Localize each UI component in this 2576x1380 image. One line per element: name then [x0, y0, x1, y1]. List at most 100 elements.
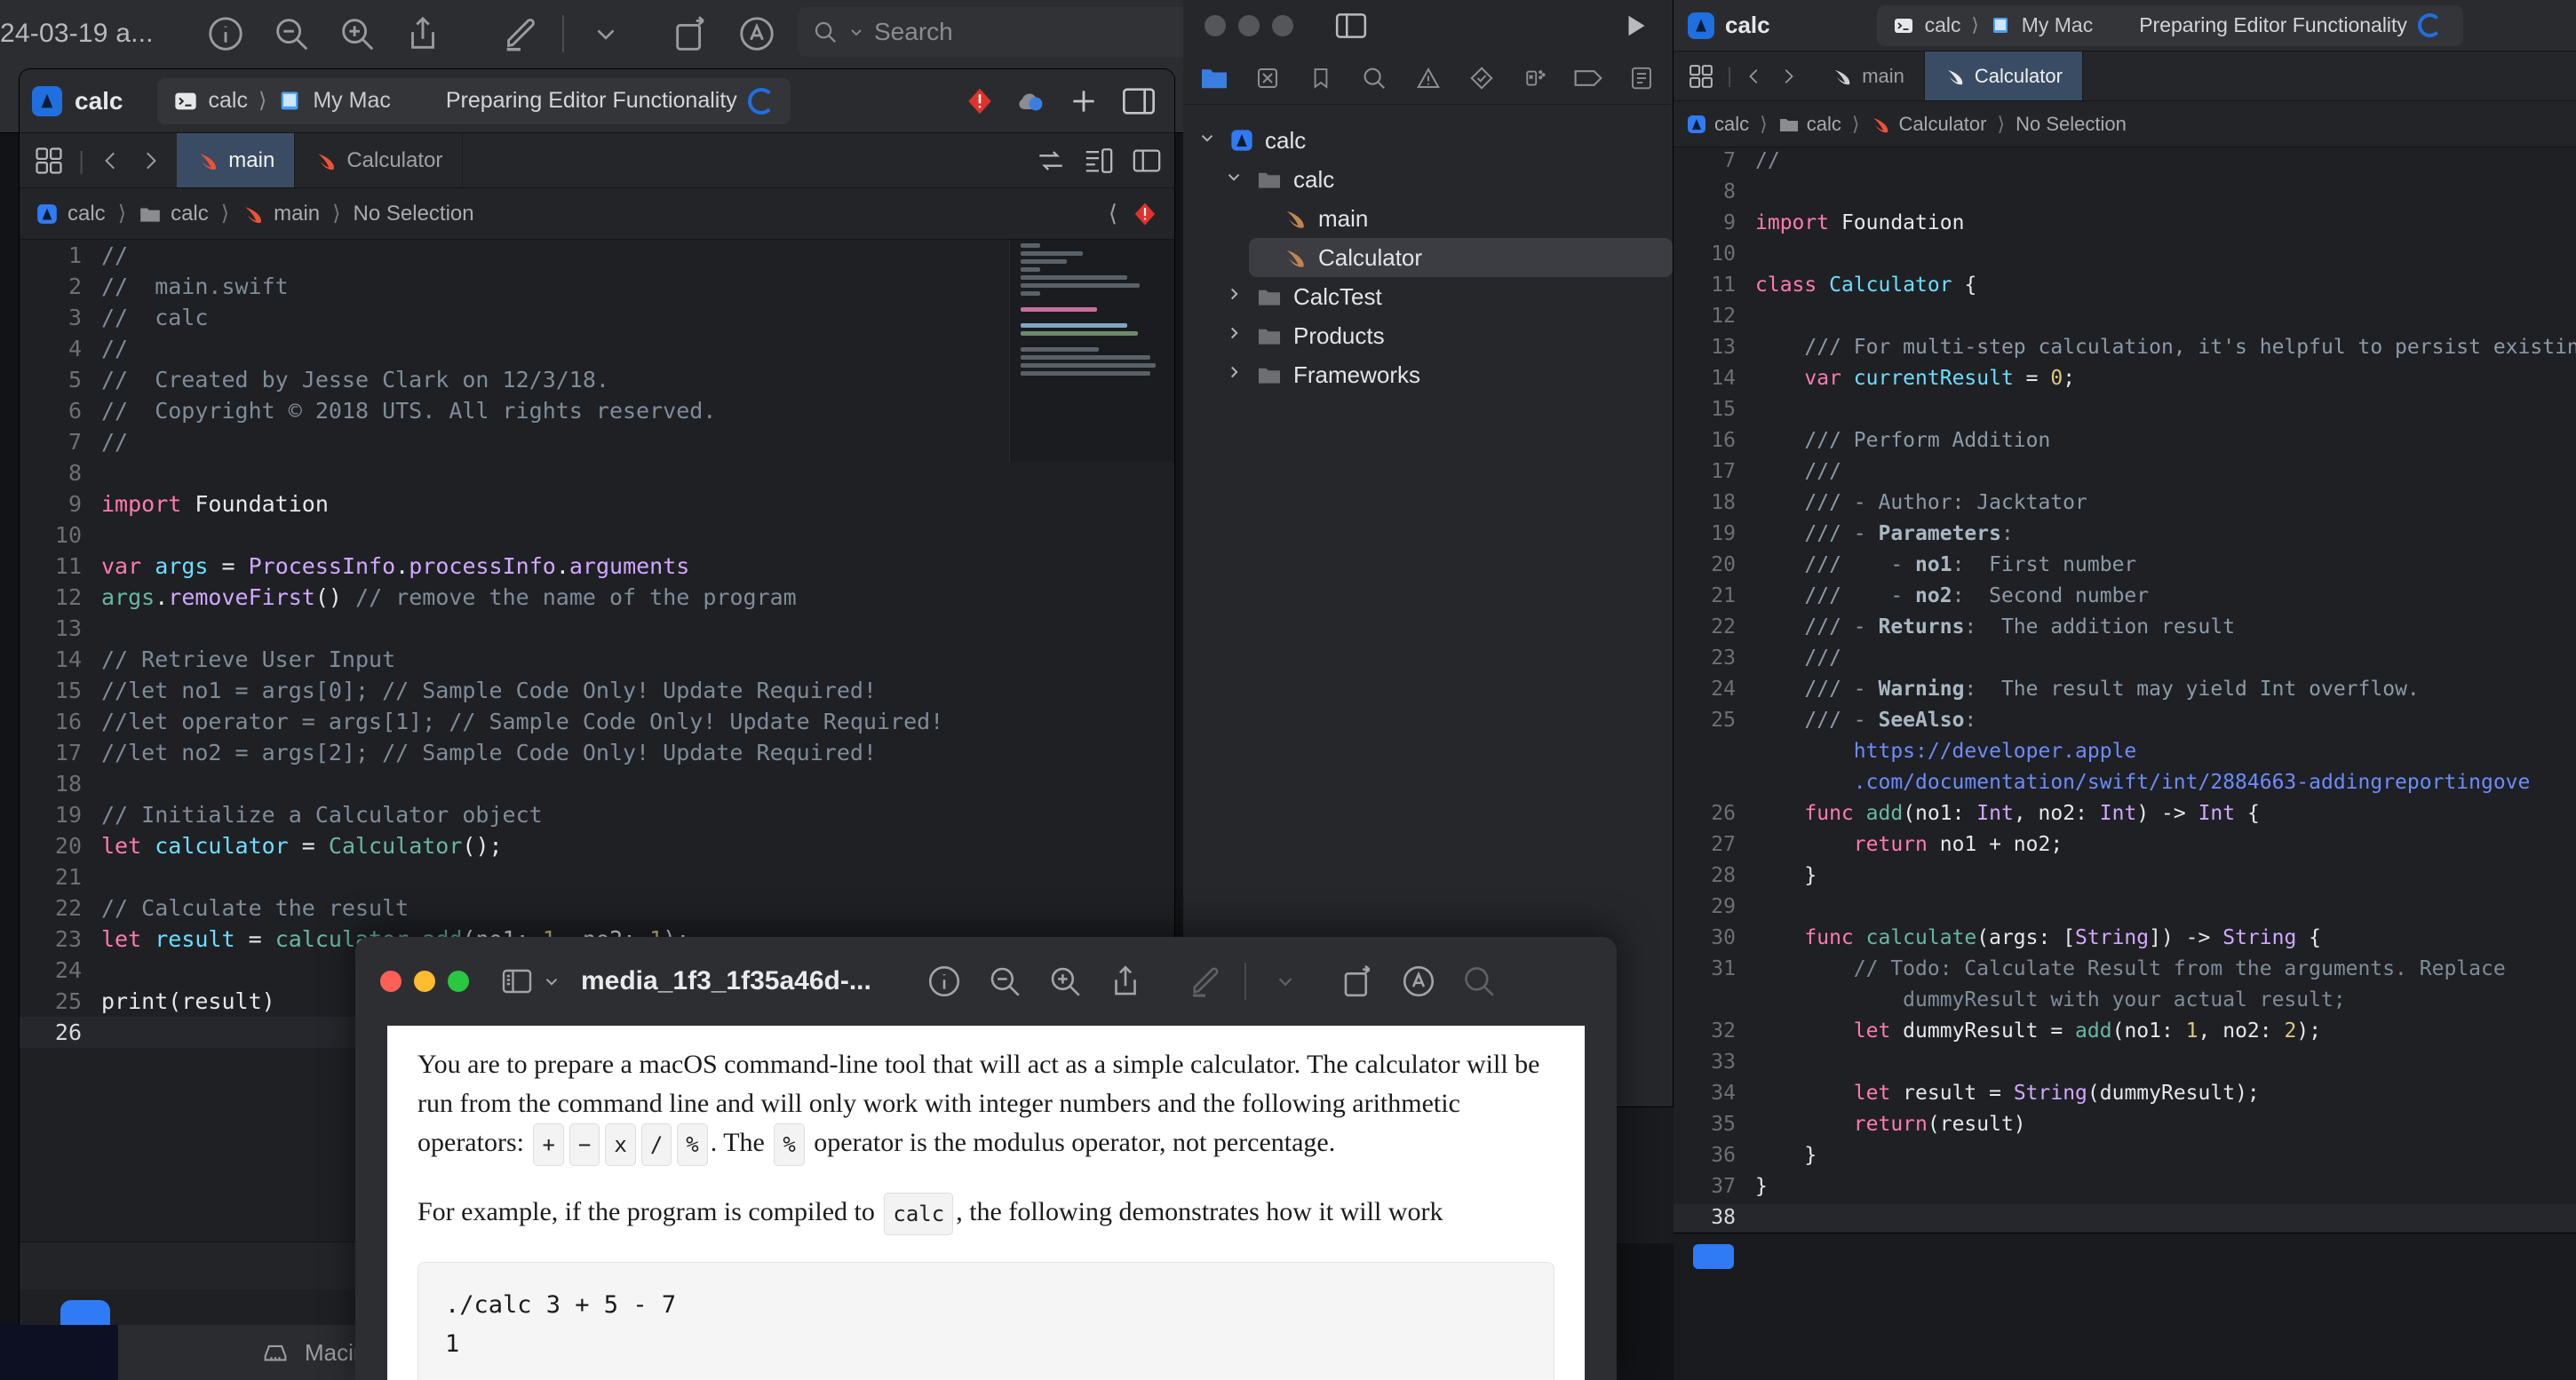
breakpoint-icon[interactable]: [1571, 61, 1605, 95]
chevron-down-icon[interactable]: [542, 972, 561, 991]
scheme-name[interactable]: calc: [209, 88, 248, 114]
minimap-toggle-icon[interactable]: [1084, 146, 1114, 176]
sidebar-toggle-icon[interactable]: [1334, 12, 1368, 40]
chevron-down-icon[interactable]: [1222, 167, 1245, 192]
code-line: 23 ///: [1674, 645, 2576, 676]
tree-item-calc[interactable]: calc: [1222, 160, 1673, 199]
zoom-button[interactable]: [448, 971, 469, 992]
add-editor-icon[interactable]: [1066, 83, 1101, 119]
chevron-right-icon[interactable]: [1222, 284, 1245, 309]
info-icon[interactable]: [193, 1, 258, 67]
back-chevron-icon[interactable]: [93, 140, 129, 181]
project-navigator-tree[interactable]: calc calc main Calculator CalcTest Products Fr…: [1183, 105, 1673, 394]
line-number: 22: [54, 895, 82, 921]
right-code-lines[interactable]: 7 // 8 9 import Foundation 10 11 class Calculat…: [1674, 147, 2576, 1235]
search-chevron-icon[interactable]: [847, 23, 865, 41]
tree-item-calc[interactable]: calc: [1196, 121, 1673, 160]
run-destination[interactable]: My Mac: [313, 88, 391, 114]
zoom-out-icon[interactable]: [258, 1, 324, 67]
line-number: [1674, 769, 1755, 800]
tree-item-calctest[interactable]: CalcTest: [1222, 277, 1673, 316]
jumpbar-crumb-3[interactable]: No Selection: [2015, 113, 2127, 136]
sidebar-icon[interactable]: [501, 967, 533, 995]
test-icon[interactable]: [1465, 61, 1499, 95]
jumpbar-crumb-1[interactable]: calc: [171, 202, 209, 226]
tree-item-products[interactable]: Products: [1222, 316, 1673, 355]
tree-item-calculator[interactable]: Calculator: [1249, 238, 1673, 277]
multiple-editors-icon[interactable]: [1682, 58, 1720, 95]
error-badge-icon[interactable]: [1132, 201, 1158, 227]
annotate-icon[interactable]: [724, 1, 790, 67]
xcode-right-editor[interactable]: 7 // 8 9 import Foundation 10 11 class Calculat…: [1674, 147, 2576, 1240]
xcode-left-status-pill[interactable]: calc ⟩ My Mac Preparing Editor Functiona…: [156, 77, 791, 124]
jumpbar-crumb-2[interactable]: Calculator: [1898, 113, 1986, 136]
forward-chevron-icon[interactable]: [132, 140, 168, 181]
window-traffic-lights[interactable]: [1205, 15, 1293, 36]
share-icon[interactable]: [1095, 951, 1156, 1011]
source-control-icon[interactable]: [1251, 61, 1284, 95]
search-icon[interactable]: [1449, 951, 1509, 1011]
annotate-icon[interactable]: [1388, 951, 1449, 1011]
rotate-icon[interactable]: [1328, 951, 1388, 1011]
cloud-badge-icon[interactable]: [1014, 88, 1046, 115]
jumpbar-crumb-3[interactable]: No Selection: [354, 202, 474, 226]
tab-main[interactable]: main: [1812, 52, 1925, 100]
report-icon[interactable]: [1625, 61, 1658, 95]
minimize-button[interactable]: [414, 971, 435, 992]
tab-calculator[interactable]: Calculator: [1924, 52, 2083, 100]
debug-icon[interactable]: [1518, 61, 1552, 95]
xcode-left-app-name: calc: [75, 86, 123, 115]
zoom-button[interactable]: [1272, 15, 1293, 36]
jumpbar-crumb-1[interactable]: calc: [1807, 113, 1841, 136]
inspector-toggle-icon[interactable]: [1121, 86, 1157, 116]
left-code-lines[interactable]: 1 // 2 // main.swift 3 // calc 4 // 5 // Created …: [20, 240, 1174, 1048]
issue-prev-icon[interactable]: ⟨: [1109, 200, 1117, 227]
back-chevron-icon[interactable]: [1739, 58, 1769, 95]
zoom-in-icon[interactable]: [1035, 951, 1095, 1011]
close-button[interactable]: [380, 971, 402, 992]
tab-calculator[interactable]: Calculator: [295, 133, 464, 187]
scheme-name[interactable]: calc: [1925, 13, 1961, 37]
rotate-icon[interactable]: [658, 1, 724, 67]
folder-icon[interactable]: [1197, 61, 1231, 95]
window-traffic-lights[interactable]: [380, 971, 469, 992]
jumpbar-crumb-2[interactable]: main: [274, 202, 320, 226]
multiple-editors-icon[interactable]: [28, 140, 69, 181]
line-number: 33: [1711, 1051, 1736, 1074]
search-icon[interactable]: [1357, 61, 1391, 95]
bookmark-icon[interactable]: [1304, 61, 1338, 95]
pdf-p1-part-b: . The: [710, 1128, 772, 1157]
xcode-right-status-pill[interactable]: calc ⟩ My Mac Preparing Editor Functiona…: [1876, 4, 2463, 46]
tree-item-frameworks[interactable]: Frameworks: [1222, 355, 1673, 394]
tab-main[interactable]: main: [177, 133, 296, 187]
share-icon[interactable]: [390, 1, 456, 67]
minimap[interactable]: [1009, 240, 1174, 462]
chevron-down-icon[interactable]: [1196, 128, 1219, 153]
jumpbar-crumb-0[interactable]: calc: [1714, 113, 1749, 136]
warning-icon[interactable]: [1411, 61, 1445, 95]
tree-item-main[interactable]: main: [1249, 199, 1673, 238]
chevron-right-icon[interactable]: [1222, 362, 1245, 387]
minimize-button[interactable]: [1238, 15, 1260, 36]
chevron-down-icon[interactable]: [1255, 951, 1316, 1011]
error-badge-icon[interactable]: [965, 86, 995, 116]
split-editor-icon[interactable]: [1132, 147, 1162, 174]
run-destination[interactable]: My Mac: [2022, 13, 2094, 37]
info-icon[interactable]: [914, 951, 974, 1011]
markup-icon[interactable]: [1175, 951, 1236, 1011]
run-button-icon[interactable]: [1619, 10, 1651, 42]
jumpbar-crumb-0[interactable]: calc: [68, 202, 106, 226]
chevron-down-icon[interactable]: [573, 1, 639, 67]
line-number: 18: [1711, 491, 1736, 514]
zoom-in-icon[interactable]: [324, 1, 390, 67]
pdf-page[interactable]: You are to prepare a macOS command-line …: [387, 1026, 1585, 1380]
line-number: 14: [1711, 367, 1736, 390]
zoom-out-icon[interactable]: [974, 951, 1035, 1011]
close-button[interactable]: [1205, 15, 1226, 36]
line-number: 27: [1711, 833, 1736, 856]
markup-icon[interactable]: [488, 1, 553, 67]
related-items-icon[interactable]: [1036, 146, 1066, 176]
forward-chevron-icon[interactable]: [1773, 58, 1803, 95]
chevron-right-icon[interactable]: [1222, 323, 1245, 348]
right-tab-badge[interactable]: [1693, 1244, 1734, 1269]
